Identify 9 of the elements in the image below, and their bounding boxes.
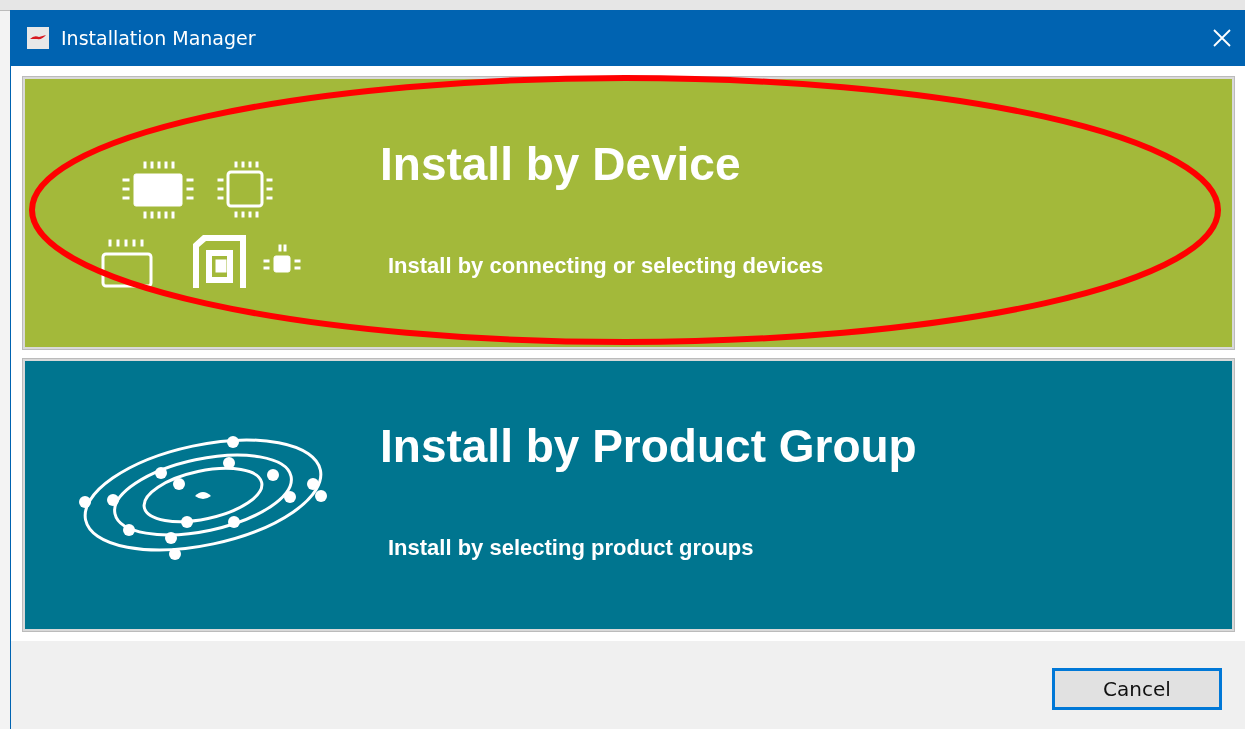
option-description: Install by connecting or selecting devices xyxy=(387,253,824,279)
install-option-panel[interactable]: Install by Product Group Install by selecting product groups xyxy=(23,359,1234,631)
option-title: Install by Device xyxy=(380,137,742,191)
cancel-button[interactable]: Cancel xyxy=(1052,668,1222,710)
app-logo-icon xyxy=(27,27,49,49)
option-description: Install by selecting product groups xyxy=(387,535,755,561)
option-title: Install by Product Group xyxy=(380,419,917,473)
window-title: Installation Manager xyxy=(61,27,257,49)
close-icon[interactable] xyxy=(1212,28,1232,48)
